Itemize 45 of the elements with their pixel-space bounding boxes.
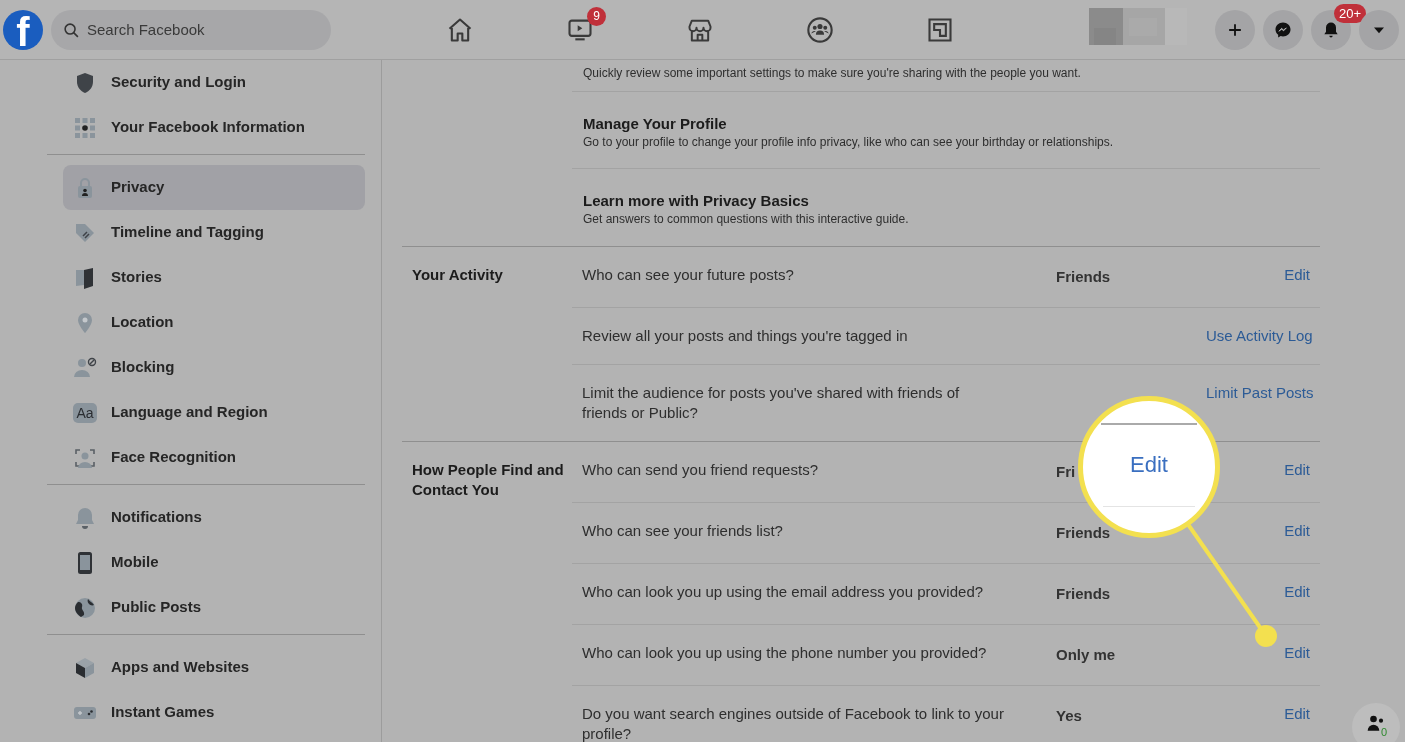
setting-question: Review all your posts and things you're tagged in xyxy=(582,326,909,346)
search-field[interactable]: Search Facebook xyxy=(51,9,331,50)
logo[interactable]: f xyxy=(3,9,43,50)
link-title: Learn more with Privacy Basics xyxy=(583,191,810,211)
sidebar-item[interactable]: Timeline and Tagging xyxy=(63,210,365,255)
notification-badge: 20+ xyxy=(1334,4,1367,23)
settings-link[interactable]: Learn more with Privacy Basics Get answers to common questions with this interactive guide. xyxy=(572,169,1320,246)
sidebar-item[interactable]: Security and Login xyxy=(63,60,365,105)
setting-value: Friends xyxy=(1056,585,1111,602)
section-title: Your Activity xyxy=(412,265,504,285)
sidebar-item[interactable]: Face Recognition xyxy=(63,435,365,480)
sidebar-item[interactable]: Instant Games xyxy=(63,690,365,735)
sidebar-item[interactable]: Public Posts xyxy=(63,585,365,630)
link-description: Go to your profile to change your profile info privacy, like who can see your birthday or relationships. xyxy=(583,134,1115,150)
link-description: Get answers to common questions with this interactive guide. xyxy=(583,211,910,227)
setting-question: Limit the audience for posts you've shared with friends of friends or Public? xyxy=(582,383,961,423)
setting-value: Only me xyxy=(1056,646,1116,663)
sidebar-item[interactable]: Blocking xyxy=(63,345,365,390)
link-title: Manage Your Profile xyxy=(583,114,728,134)
settings-link[interactable]: Manage Your Profile Go to your profile to change your profile info privacy, like who can see your birthday or relationships. xyxy=(572,92,1320,169)
setting-question: Who can see your friends list? xyxy=(582,521,784,541)
sidebar-item[interactable]: Stories xyxy=(63,255,365,300)
setting-question: Who can look you up using the email address you provided? xyxy=(582,582,985,602)
setting-question: Who can see your future posts? xyxy=(582,265,795,285)
intro-text: Quickly review some important settings to make sure you're sharing with the people you want. xyxy=(583,66,1081,80)
setting-question: Do you want search engines outside of Facebook to link to your profile? xyxy=(582,704,1005,742)
sidebar-item[interactable]: Notifications xyxy=(63,495,365,540)
setting-value: Friends xyxy=(1056,268,1111,285)
sidebar-item[interactable]: Location xyxy=(63,300,365,345)
setting-question: Who can look you up using the phone number you provided? xyxy=(582,643,988,663)
setting-question: Who can send you friend requests? xyxy=(582,460,819,480)
setting-value: Fri xyxy=(1056,463,1076,480)
callout-text: Edit xyxy=(1130,452,1168,478)
setting-value: Friends xyxy=(1056,524,1111,541)
language-icon: Aa xyxy=(73,402,97,423)
sidebar-item[interactable]: Your Facebook Information xyxy=(63,105,365,150)
contacts-count: 0 xyxy=(1381,726,1388,738)
setting-value: Yes xyxy=(1056,707,1082,724)
sidebar-item[interactable]: Apps and Websites xyxy=(63,645,365,690)
nav-tab[interactable]: 9 xyxy=(520,0,640,60)
notification-badge: 9 xyxy=(587,7,606,26)
sidebar-item[interactable]: Privacy xyxy=(63,165,365,210)
sidebar-item[interactable]: Aa Language and Region xyxy=(63,390,365,435)
sidebar-item[interactable]: Mobile xyxy=(63,540,365,585)
section-title: How People Find and Contact You xyxy=(412,460,565,500)
